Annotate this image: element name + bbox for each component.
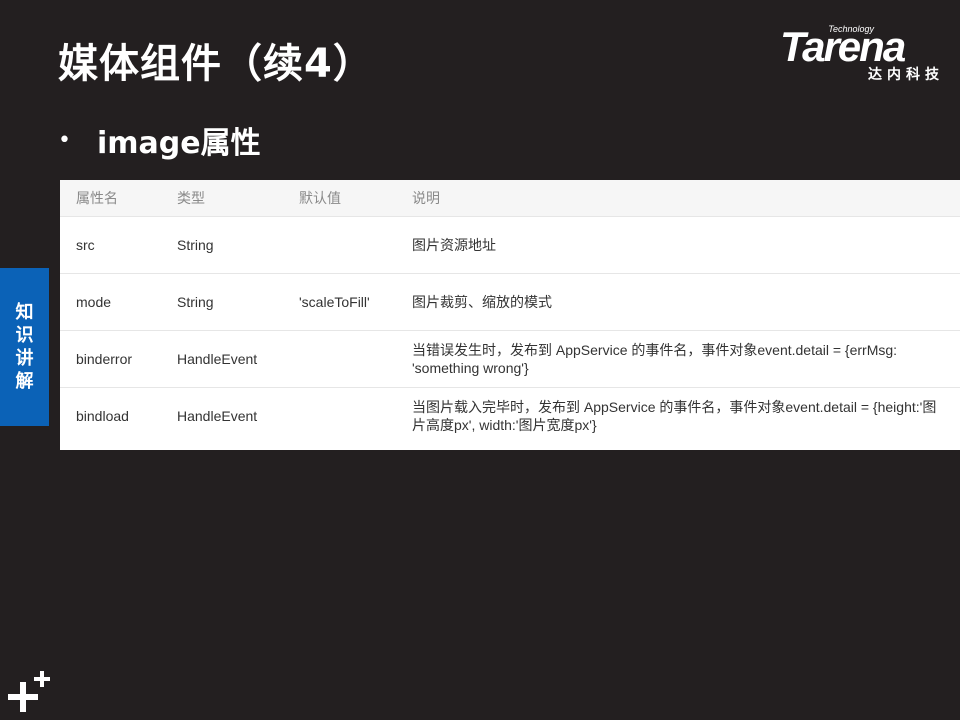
cell-default: 'scaleToFill' (283, 273, 396, 331)
header-default: 默认值 (283, 180, 396, 217)
bullet-item: • image属性 (58, 118, 261, 162)
table-header-row: 属性名 类型 默认值 说明 (60, 180, 960, 217)
cell-default (283, 387, 396, 444)
side-tab-char: 解 (15, 371, 34, 392)
cell-type: String (161, 273, 283, 331)
cell-type: String (161, 216, 283, 274)
header-type: 类型 (161, 180, 283, 217)
slide-title: 媒体组件（续4） (58, 41, 374, 87)
table-row: binderror HandleEvent 当错误发生时，发布到 AppServ… (60, 330, 960, 388)
bullet-dot-icon: • (58, 127, 71, 153)
table-row: src String 图片资源地址 (60, 216, 960, 274)
side-tab-knowledge: 知 识 讲 解 (0, 268, 49, 426)
logo-chinese-text: 达内科技 (868, 67, 944, 83)
cell-type: HandleEvent (161, 330, 283, 388)
cell-name: binderror (60, 330, 161, 388)
logo-brand-text: Tarena (780, 23, 906, 70)
tarena-logo: Technology Tarena 达内科技 (780, 24, 948, 84)
cell-description: 图片裁剪、缩放的模式 (396, 273, 960, 331)
bullet-text: image属性 (96, 126, 261, 161)
cell-name: src (60, 216, 161, 274)
cell-description: 当错误发生时，发布到 AppService 的事件名，事件对象event.det… (396, 330, 960, 388)
cell-name: mode (60, 273, 161, 331)
side-tab-char: 知 (15, 302, 34, 323)
table-row: bindload HandleEvent 当图片载入完毕时，发布到 AppSer… (60, 387, 960, 444)
cell-description: 图片资源地址 (396, 216, 960, 274)
side-tab-char: 识 (15, 325, 34, 346)
header-description: 说明 (396, 180, 960, 217)
cell-name: bindload (60, 387, 161, 444)
table-row: mode String 'scaleToFill' 图片裁剪、缩放的模式 (60, 273, 960, 331)
plus-sparkle-icon (8, 671, 50, 712)
header-name: 属性名 (60, 180, 161, 217)
cell-description: 当图片载入完毕时，发布到 AppService 的事件名，事件对象event.d… (396, 387, 960, 444)
cell-default (283, 216, 396, 274)
side-tab-char: 讲 (15, 348, 34, 369)
cell-type: HandleEvent (161, 387, 283, 444)
cell-default (283, 330, 396, 388)
attributes-table: 属性名 类型 默认值 说明 src String 图片资源地址 mode Str… (60, 180, 960, 450)
